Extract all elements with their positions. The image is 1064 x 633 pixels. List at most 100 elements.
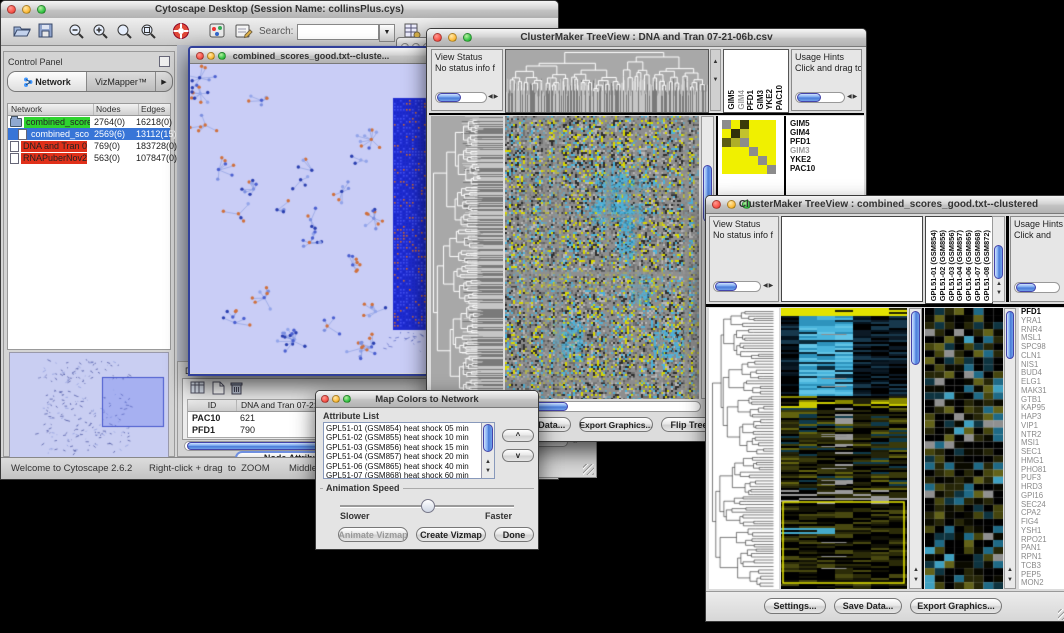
column-label[interactable]: GPL51-07 (GSM868) bbox=[973, 230, 982, 301]
vizmapper-icon[interactable] bbox=[209, 23, 226, 44]
gene-label[interactable]: GIM3 bbox=[790, 146, 815, 155]
tab-overflow-arrow[interactable]: ▶ bbox=[156, 72, 172, 91]
gene-label[interactable]: PAC10 bbox=[790, 164, 815, 173]
tv2-save-data-button[interactable]: Save Data... bbox=[834, 598, 902, 614]
tv2-zoom-heatmap[interactable] bbox=[925, 308, 1003, 589]
gene-label[interactable]: PFD1 bbox=[790, 137, 815, 146]
open-icon[interactable] bbox=[12, 23, 32, 44]
done-button[interactable]: Done bbox=[494, 527, 534, 542]
tv2-resize-grip[interactable] bbox=[1058, 609, 1064, 620]
column-label[interactable]: GPL51-02 (GSM855) bbox=[938, 230, 947, 301]
attribute-list-item[interactable]: GPL51-06 (GSM865) heat shock 40 min bbox=[326, 462, 480, 471]
search-dropdown-button[interactable]: ▼ bbox=[379, 24, 395, 42]
attribute-list-item[interactable]: GPL51-07 (GSM868) heat shock 60 min bbox=[326, 471, 480, 479]
network-window-title: combined_scores_good.txt--cluste... bbox=[190, 51, 432, 61]
zoom-fit-icon[interactable] bbox=[116, 23, 134, 45]
matrix-cell bbox=[758, 129, 767, 138]
tv2-hints-scrollbar[interactable] bbox=[1014, 282, 1060, 293]
tv1-export-graphics-button[interactable]: Export Graphics... bbox=[579, 417, 653, 432]
animate-vizmap-button[interactable]: Animate Vizmap bbox=[338, 527, 408, 542]
tv1-global-heatmap[interactable] bbox=[505, 116, 699, 399]
animation-speed-label: Animation Speed bbox=[323, 483, 403, 493]
move-down-button[interactable]: v bbox=[502, 449, 534, 462]
matrix-cell bbox=[722, 138, 731, 147]
dialog-titlebar[interactable]: Map Colors to Network bbox=[316, 391, 538, 408]
column-label[interactable]: GIM3 bbox=[756, 90, 765, 110]
tv1-zoom-heatmap[interactable] bbox=[722, 120, 776, 174]
tv2-titlebar[interactable]: ClusterMaker TreeView : combined_scores_… bbox=[706, 196, 1064, 214]
tv1-titlebar[interactable]: ClusterMaker TreeView : DNA and Tran 07-… bbox=[427, 29, 866, 47]
column-label[interactable]: GPL51-06 (GSM865) bbox=[964, 230, 973, 301]
attribute-list-item[interactable]: GPL51-02 (GSM855) heat shock 10 min bbox=[326, 433, 480, 442]
network-tree-row[interactable]: combined_scores2764(0)16218(0) bbox=[8, 116, 170, 128]
attribute-select-icon[interactable] bbox=[190, 381, 206, 400]
main-window-titlebar[interactable]: Cytoscape Desktop (Session Name: collins… bbox=[1, 1, 558, 19]
tv1-gene-dendrogram[interactable] bbox=[431, 116, 503, 399]
tv2-collabel-vscrollbar[interactable]: ▲▼ bbox=[992, 216, 1005, 302]
network-name: combined_sco bbox=[29, 129, 91, 140]
gene-label[interactable]: YKE2 bbox=[790, 155, 815, 164]
attribute-list-item[interactable]: GPL51-04 (GSM857) heat shock 20 min bbox=[326, 452, 480, 461]
zoom-in-icon[interactable] bbox=[92, 23, 110, 45]
tv2-heatmap-vscrollbar[interactable]: ▲▼ bbox=[909, 308, 922, 589]
matrix-cell bbox=[722, 129, 731, 138]
column-label[interactable]: GIM4 bbox=[737, 90, 746, 110]
zoom-selected-icon[interactable] bbox=[140, 23, 158, 45]
gene-label[interactable]: GIM5 bbox=[790, 119, 815, 128]
matrix-cell bbox=[767, 147, 776, 156]
tv2-status-scrollbar[interactable] bbox=[713, 281, 761, 292]
col-edges[interactable]: Edges bbox=[139, 104, 170, 115]
data-col-id[interactable]: ID bbox=[188, 400, 237, 411]
save-icon[interactable] bbox=[38, 23, 54, 44]
tv1-column-dendrogram[interactable] bbox=[505, 49, 709, 113]
float-panel-icon[interactable] bbox=[159, 56, 170, 67]
attribute-list-label: Attribute List bbox=[323, 411, 379, 421]
tab-vizmapper[interactable]: VizMapper™ bbox=[87, 72, 156, 91]
create-vizmap-button[interactable]: Create Vizmap bbox=[416, 527, 486, 542]
search-input[interactable] bbox=[297, 24, 379, 40]
tv2-global-heatmap[interactable] bbox=[781, 308, 907, 589]
column-label[interactable]: GPL51-08 (GSM872) bbox=[982, 230, 991, 301]
tv1-status-scrollbar[interactable] bbox=[435, 92, 487, 103]
network-window-titlebar[interactable]: combined_scores_good.txt--cluste... bbox=[190, 48, 432, 64]
tv2-export-graphics-button[interactable]: Export Graphics... bbox=[910, 598, 1002, 614]
help-icon[interactable] bbox=[172, 22, 190, 45]
matrix-cell bbox=[722, 165, 731, 174]
col-nodes[interactable]: Nodes bbox=[94, 104, 139, 115]
move-up-button[interactable]: ^ bbox=[502, 429, 534, 442]
tv1-scroll-strip[interactable]: ▲▼ bbox=[710, 49, 721, 111]
attribute-list-item[interactable]: GPL51-01 (GSM854) heat shock 05 min bbox=[326, 424, 480, 433]
column-label[interactable]: GIM5 bbox=[727, 90, 736, 110]
column-label[interactable]: YKE2 bbox=[765, 89, 774, 110]
network-tree-row[interactable]: DNA and Tran 07769(0)183728(0) bbox=[8, 140, 170, 152]
column-label[interactable]: PAC10 bbox=[775, 85, 784, 110]
column-label[interactable]: PFD1 bbox=[746, 90, 755, 110]
tv2-gene-dendrogram[interactable] bbox=[709, 308, 779, 589]
birdseye-view[interactable] bbox=[9, 352, 169, 458]
new-attribute-icon[interactable] bbox=[212, 381, 225, 400]
tv2-settings-button[interactable]: Settings... bbox=[764, 598, 826, 614]
tab-network[interactable]: Network bbox=[8, 72, 87, 91]
column-label[interactable]: GPL51-01 (GSM854) bbox=[929, 230, 938, 301]
slower-label: Slower bbox=[340, 511, 370, 521]
resize-grip[interactable] bbox=[583, 464, 594, 475]
delete-attribute-icon[interactable] bbox=[230, 381, 243, 400]
zoom-out-icon[interactable] bbox=[68, 23, 86, 45]
tv2-gene-list: PFD1YRA1RNR4MSL1SPC98CLN1NIS1BUD4ELG1MAK… bbox=[1019, 308, 1064, 589]
attribute-list-vscrollbar[interactable]: ▲▼ bbox=[481, 423, 494, 478]
slider-thumb[interactable] bbox=[421, 499, 435, 513]
tv2-genelist-vscrollbar[interactable]: ▲▼ bbox=[1004, 308, 1016, 589]
annotation-icon[interactable] bbox=[235, 23, 253, 44]
attribute-list-item[interactable]: GPL51-03 (GSM856) heat shock 15 min bbox=[326, 443, 480, 452]
gene-label[interactable]: MON2 bbox=[1021, 579, 1064, 588]
network-tree-row[interactable]: combined_sco2569(6)13112(15) bbox=[8, 128, 170, 140]
matrix-cell bbox=[749, 138, 758, 147]
tv1-hints-scrollbar[interactable] bbox=[795, 92, 845, 103]
network-tree-row[interactable]: RNAPuberNov2+563(0)107847(0) bbox=[8, 152, 170, 164]
tv2-bottom-bar: Settings... Save Data... Export Graphics… bbox=[706, 591, 1064, 622]
col-network[interactable]: Network bbox=[8, 104, 94, 115]
matrix-cell bbox=[767, 138, 776, 147]
matrix-cell bbox=[731, 156, 740, 165]
gene-label[interactable]: GIM4 bbox=[790, 128, 815, 137]
network-canvas[interactable] bbox=[190, 64, 428, 373]
